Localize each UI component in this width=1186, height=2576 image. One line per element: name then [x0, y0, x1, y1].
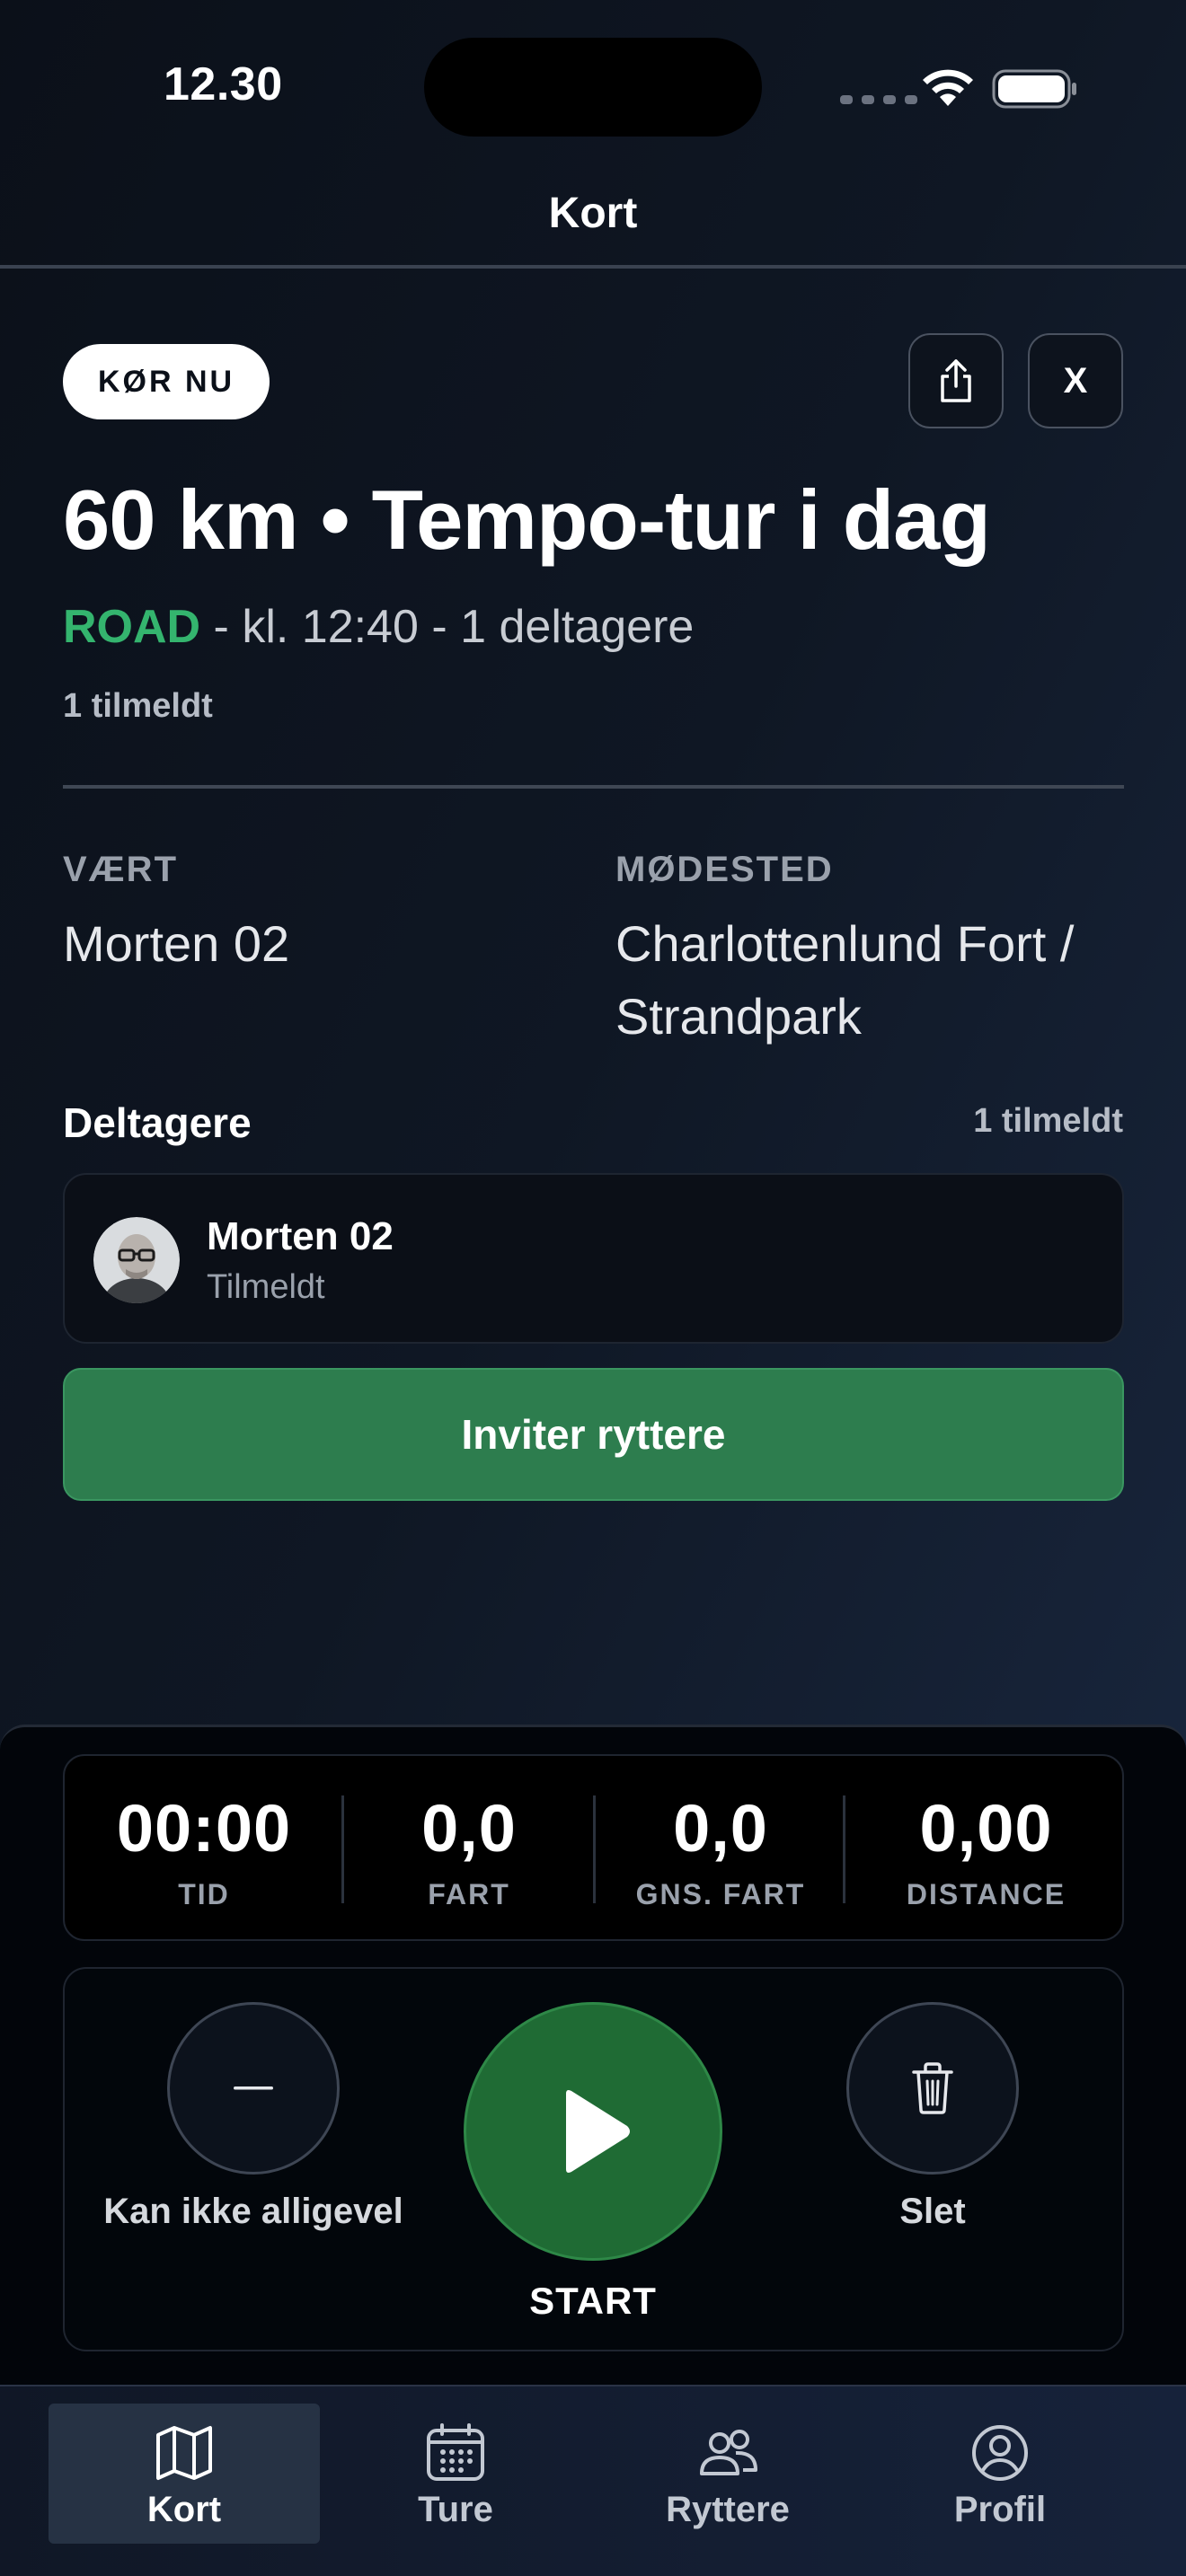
participant-status: Tilmeldt: [207, 1268, 325, 1306]
battery-icon: [992, 69, 1076, 109]
tab-ryttere[interactable]: Ryttere: [592, 2404, 863, 2544]
start-label: START: [529, 2280, 657, 2322]
stat-avg-speed-label: GNS. FART: [635, 1878, 806, 1910]
tab-profil-label: Profil: [953, 2490, 1047, 2529]
profile-icon: [972, 2425, 1028, 2481]
delete-button[interactable]: [846, 2002, 1019, 2175]
cant-attend-label: Kan ikke alligevel: [103, 2192, 403, 2231]
invite-riders-button[interactable]: Inviter ryttere: [63, 1368, 1124, 1501]
tab-ryttere-label: Ryttere: [666, 2490, 790, 2529]
meeting-place-label: MØDESTED: [615, 850, 834, 889]
share-button[interactable]: [908, 333, 1004, 428]
stats-panel: 00:00 TID 0,0 FART 0,0 GNS. FART 0,00 DI…: [63, 1754, 1124, 1941]
wifi-icon: [923, 69, 973, 106]
host-label: VÆRT: [63, 850, 178, 889]
tab-ture[interactable]: Ture: [320, 2404, 591, 2544]
ride-type: ROAD: [63, 601, 201, 653]
map-icon: [156, 2426, 212, 2480]
stat-time-label: TID: [178, 1878, 230, 1910]
stat-divider: [843, 1795, 845, 1903]
status-time: 12.30: [164, 58, 283, 110]
ride-title: 60 km • Tempo-tur i dag: [63, 472, 991, 567]
ride-details: - kl. 12:40 - 1 deltagere: [200, 601, 695, 653]
avatar: [93, 1217, 180, 1303]
stat-avg-speed: 0,0 GNS. FART: [595, 1756, 846, 1943]
page-title: Kort: [548, 190, 638, 237]
status-bar: 12.30: [0, 0, 1186, 171]
cellular-signal-icon: [840, 95, 917, 104]
stat-distance-value: 0,00: [919, 1791, 1053, 1866]
stat-distance: 0,00 DISTANCE: [846, 1756, 1126, 1943]
delete-label: Slet: [899, 2192, 966, 2231]
participant-card[interactable]: Morten 02 Tilmeldt: [63, 1173, 1124, 1344]
tab-ture-label: Ture: [418, 2490, 493, 2529]
play-icon: [566, 2090, 630, 2173]
start-button[interactable]: [464, 2002, 722, 2261]
participants-count: 1 tilmeldt: [973, 1102, 1123, 1140]
close-button[interactable]: X: [1028, 333, 1123, 428]
stat-speed-label: FART: [428, 1878, 510, 1910]
tab-profil[interactable]: Profil: [864, 2404, 1136, 2544]
participant-name: Morten 02: [207, 1214, 394, 1258]
cant-attend-button[interactable]: [167, 2002, 340, 2175]
card-divider: [63, 785, 1124, 789]
trash-icon: [912, 2062, 953, 2114]
participants-title: Deltagere: [63, 1099, 252, 1146]
ride-subtitle: ROAD - kl. 12:40 - 1 deltagere: [63, 600, 694, 654]
tab-kort[interactable]: Kort: [49, 2404, 320, 2544]
header-divider: [0, 265, 1186, 269]
ride-now-badge: KØR NU: [63, 344, 270, 419]
host-value: Morten 02: [63, 915, 290, 972]
dynamic-island: [424, 38, 762, 137]
registered-count: 1 tilmeldt: [63, 687, 213, 725]
stat-time: 00:00 TID: [65, 1756, 343, 1943]
stat-distance-label: DISTANCE: [906, 1878, 1067, 1910]
stat-time-value: 00:00: [116, 1791, 292, 1866]
stat-speed-value: 0,0: [421, 1791, 517, 1866]
meeting-place-value: Charlottenlund Fort / Strandpark: [615, 915, 1075, 1045]
tab-kort-label: Kort: [146, 2490, 222, 2529]
stat-avg-speed-value: 0,0: [673, 1791, 768, 1866]
minus-icon: [234, 2086, 273, 2090]
stat-speed: 0,0 FART: [343, 1756, 595, 1943]
share-icon: [941, 359, 971, 402]
calendar-icon: [427, 2423, 484, 2481]
people-icon: [700, 2430, 757, 2475]
